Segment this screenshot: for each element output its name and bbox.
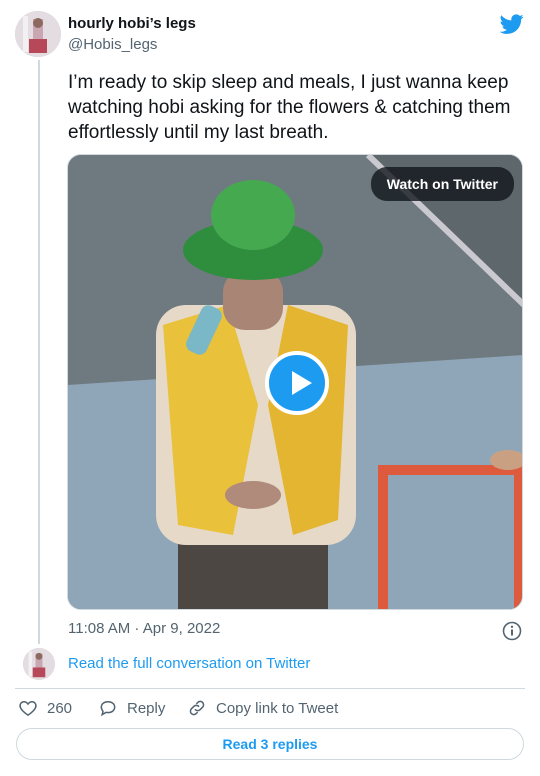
author-display-name[interactable]: hourly hobi’s legs xyxy=(68,15,196,32)
info-icon[interactable] xyxy=(502,621,522,641)
embedded-tweet: hourly hobi’s legs @Hobis_legs I’m ready… xyxy=(0,0,540,776)
tweet-text: I’m ready to skip sleep and meals, I jus… xyxy=(68,72,511,143)
heart-icon xyxy=(19,700,37,716)
divider xyxy=(15,688,525,689)
link-icon xyxy=(189,700,205,716)
copy-link-label: Copy link to Tweet xyxy=(216,699,339,717)
read-replies-button[interactable]: Read 3 replies xyxy=(16,728,524,760)
copy-link-action[interactable]: Copy link to Tweet xyxy=(187,698,338,718)
like-count: 260 xyxy=(47,699,73,717)
reply-action[interactable]: Reply xyxy=(98,698,165,718)
play-icon xyxy=(292,371,312,395)
tweet-timestamp[interactable]: 11:08 AM · Apr 9, 2022 xyxy=(68,620,220,637)
thread-line xyxy=(38,60,40,644)
reply-bubble-icon xyxy=(100,700,116,717)
author-handle[interactable]: @Hobis_legs xyxy=(68,36,157,53)
twitter-bird-icon[interactable] xyxy=(500,12,524,36)
author-avatar[interactable] xyxy=(15,11,61,57)
read-full-conversation-link[interactable]: Read the full conversation on Twitter xyxy=(68,655,310,672)
conversation-avatar xyxy=(23,648,55,680)
watch-on-twitter-button[interactable]: Watch on Twitter xyxy=(370,167,514,201)
video-player[interactable]: Watch on Twitter xyxy=(67,154,523,610)
reply-label: Reply xyxy=(127,699,166,717)
like-action[interactable]: 260 xyxy=(18,698,72,718)
play-button[interactable] xyxy=(265,351,329,415)
